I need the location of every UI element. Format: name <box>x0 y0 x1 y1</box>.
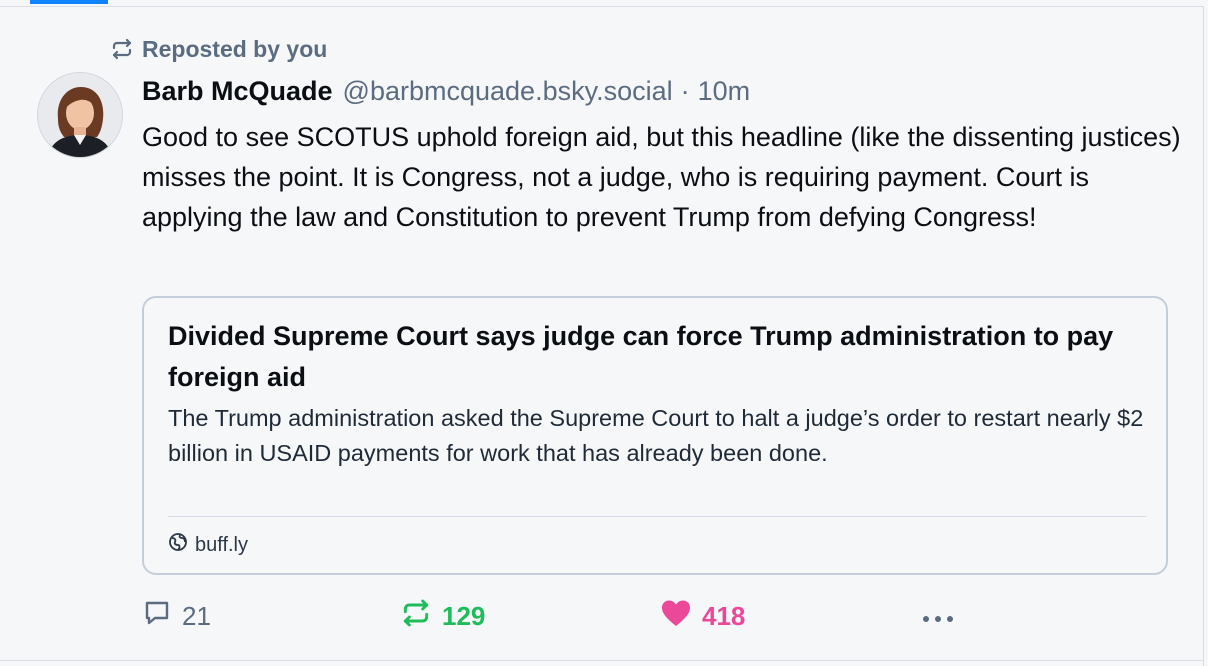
repost-icon <box>110 38 134 60</box>
avatar[interactable] <box>37 72 123 158</box>
repost-button[interactable]: 129 <box>400 596 485 636</box>
post-feed-item: Reposted by you Barb McQuade @barbmcquad… <box>0 0 1208 666</box>
post-author-line: Barb McQuade @barbmcquade.bsky.social · … <box>142 76 750 110</box>
repost-count: 129 <box>442 600 486 631</box>
post-timestamp[interactable]: 10m <box>698 76 751 107</box>
like-count: 418 <box>702 600 746 631</box>
more-options-button[interactable] <box>920 596 956 636</box>
link-card-domain: buff.ly <box>168 532 248 558</box>
reply-count: 21 <box>182 600 211 631</box>
post-text: Good to see SCOTUS uphold foreign aid, b… <box>142 122 1181 232</box>
reply-button[interactable]: 21 <box>142 596 211 636</box>
separator: · <box>680 76 690 106</box>
heart-icon <box>660 598 692 635</box>
divider <box>0 6 1204 7</box>
divider <box>1203 6 1204 666</box>
repost-banner[interactable]: Reposted by you <box>110 34 327 64</box>
repost-banner-label: Reposted by you <box>142 35 328 62</box>
repost-icon <box>400 598 432 635</box>
active-tab-indicator <box>30 0 108 4</box>
author-handle[interactable]: @barbmcquade.bsky.social <box>343 76 673 107</box>
ellipsis-icon <box>920 601 956 632</box>
post-actions: 21 129 418 <box>142 596 982 636</box>
link-card-description: The Trump administration asked the Supre… <box>168 405 1144 466</box>
divider <box>168 516 1146 517</box>
link-card-title: Divided Supreme Court says judge can for… <box>168 321 1114 392</box>
divider <box>0 660 1204 661</box>
like-button[interactable]: 418 <box>660 596 745 636</box>
author-display-name[interactable]: Barb McQuade <box>142 76 333 107</box>
comment-icon <box>142 598 172 635</box>
globe-icon <box>168 532 188 558</box>
link-card-domain-text: buff.ly <box>195 533 248 556</box>
link-preview-card[interactable]: Divided Supreme Court says judge can for… <box>142 296 1168 575</box>
